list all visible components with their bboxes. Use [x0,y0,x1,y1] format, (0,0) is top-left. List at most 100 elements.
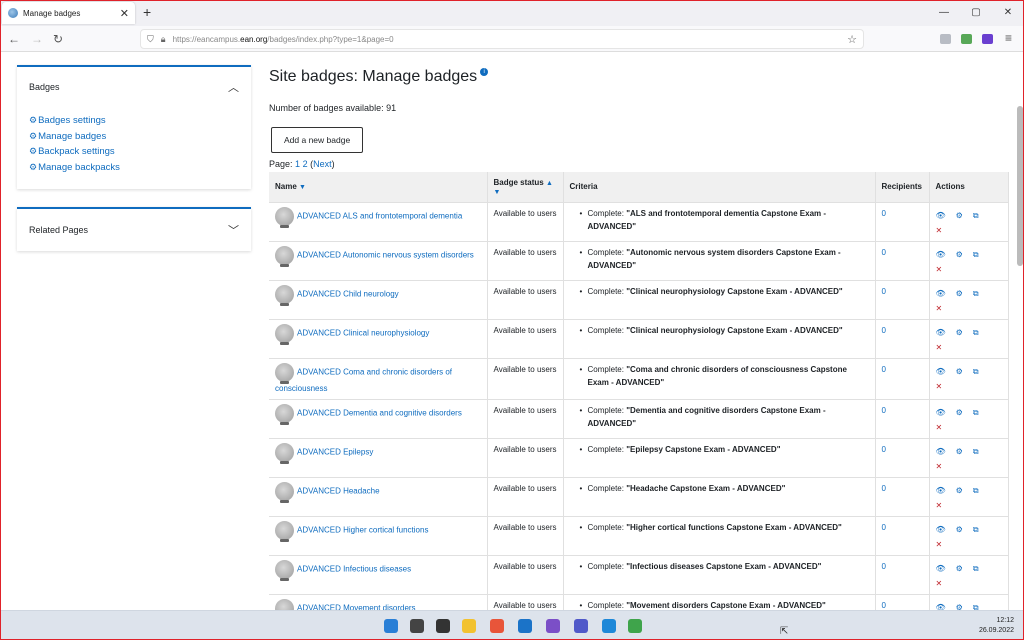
recipients-link[interactable]: 0 [882,406,886,415]
copy-icon[interactable]: ⧉ [973,408,979,417]
badge-name-link[interactable]: ADVANCED Headache [297,486,380,495]
app-icon[interactable] [518,619,532,633]
related-pages-header[interactable]: Related Pages ﹀ [17,209,251,251]
address-bar[interactable]: ⛉ 🔒︎ https://eancampus.ean.org/badges/in… [140,29,864,49]
recipients-link[interactable]: 0 [882,523,886,532]
next-page-link[interactable]: Next [313,159,332,169]
browser-tab[interactable]: Manage badges ✕ [2,2,135,24]
eye-icon[interactable]: 👁︎ [936,250,946,259]
delete-x-icon[interactable]: ✕ [936,341,1002,354]
gear-icon[interactable]: ⚙ [956,603,963,611]
header-name[interactable]: Name ▼ [269,172,488,202]
system-clock[interactable]: 12:12 26.09.2022 [979,616,1014,636]
gear-icon[interactable]: ⚙ [956,408,963,417]
badge-name-link[interactable]: ADVANCED Autonomic nervous system disord… [297,250,474,259]
url-text[interactable]: https://eancampus.ean.org/badges/index.p… [173,35,848,44]
recipients-link[interactable]: 0 [882,484,886,493]
badge-name-link[interactable]: ADVANCED Child neurology [297,289,399,298]
gear-icon[interactable]: ⚙ [956,250,963,259]
badge-name-link[interactable]: ADVANCED ALS and frontotemporal dementia [297,211,462,220]
delete-x-icon[interactable]: ✕ [936,421,1002,434]
gear-icon[interactable]: ⚙ [956,564,963,573]
back-arrow-icon[interactable]: ← [8,32,20,46]
copy-icon[interactable]: ⧉ [973,564,979,573]
recipients-link[interactable]: 0 [882,365,886,374]
badge-name-link[interactable]: ADVANCED Higher cortical functions [297,525,428,534]
delete-x-icon[interactable]: ✕ [936,577,1002,590]
gear-icon[interactable]: ⚙ [956,525,963,534]
copy-icon[interactable]: ⧉ [973,289,979,298]
copy-icon[interactable]: ⧉ [973,486,979,495]
recipients-link[interactable]: 0 [882,562,886,571]
reload-icon[interactable]: ↻ [53,32,63,46]
delete-x-icon[interactable]: ✕ [936,263,1002,276]
copy-icon[interactable]: ⧉ [973,250,979,259]
sort-asc-icon[interactable]: ▲ [546,180,553,187]
eye-icon[interactable]: 👁︎ [936,211,946,220]
sidebar-link-backpack-settings[interactable]: ⚙Backpack settings [29,144,239,160]
page-link-1[interactable]: 1 [295,159,300,169]
shield-icon[interactable]: ⛉ [147,34,154,45]
copy-icon[interactable]: ⧉ [973,525,979,534]
delete-x-icon[interactable]: ✕ [936,499,1002,512]
recipients-link[interactable]: 0 [882,287,886,296]
copy-icon[interactable]: ⧉ [973,367,979,376]
copy-icon[interactable]: ⧉ [973,603,979,611]
delete-x-icon[interactable]: ✕ [936,302,1002,315]
gear-icon[interactable]: ⚙ [956,447,963,456]
start-windows-icon[interactable] [384,619,398,633]
gear-icon[interactable]: ⚙ [956,328,963,337]
chevron-down-icon[interactable]: ﹀ [228,222,239,238]
badge-name-link[interactable]: ADVANCED Movement disorders [297,603,416,610]
badge-name-link[interactable]: ADVANCED Infectious diseases [297,564,411,573]
badges-block-header[interactable]: Badges ︿ [17,67,251,107]
sort-desc-icon[interactable]: ▼ [494,189,501,196]
delete-x-icon[interactable]: ✕ [936,224,1002,237]
file-explorer-icon[interactable] [462,619,476,633]
delete-x-icon[interactable]: ✕ [936,460,1002,473]
eye-icon[interactable]: 👁︎ [936,289,946,298]
gear-icon[interactable]: ⚙ [956,289,963,298]
minimize-button[interactable]: — [928,0,960,26]
recipients-link[interactable]: 0 [882,601,886,610]
eye-icon[interactable]: 👁︎ [936,603,946,611]
sort-desc-icon[interactable]: ▼ [299,184,306,191]
app-icon[interactable] [546,619,560,633]
delete-x-icon[interactable]: ✕ [936,380,1002,393]
eye-icon[interactable]: 👁︎ [936,486,946,495]
gear-icon[interactable]: ⚙ [956,367,963,376]
page-scrollbar[interactable] [1017,106,1023,266]
badge-name-link[interactable]: ADVANCED Clinical neurophysiology [297,328,429,337]
forward-arrow-icon[interactable]: → [31,32,43,46]
tab-close-icon[interactable]: ✕ [120,7,129,20]
eye-icon[interactable]: 👁︎ [936,367,946,376]
extension-icon[interactable] [961,34,972,44]
search-icon[interactable] [410,619,424,633]
recipients-link[interactable]: 0 [882,445,886,454]
info-icon[interactable]: i [480,68,489,76]
sidebar-link-badges-settings[interactable]: ⚙Badges settings [29,113,239,129]
eye-icon[interactable]: 👁︎ [936,408,946,417]
copy-icon[interactable]: ⧉ [973,447,979,456]
extension-icon[interactable] [982,34,993,44]
gear-icon[interactable]: ⚙ [956,486,963,495]
sidebar-link-manage-badges[interactable]: ⚙Manage badges [29,129,239,145]
app-icon[interactable] [628,619,642,633]
lock-icon[interactable]: 🔒︎ [161,34,166,45]
delete-x-icon[interactable]: ✕ [936,538,1002,551]
eye-icon[interactable]: 👁︎ [936,447,946,456]
close-window-button[interactable]: ✕ [992,0,1024,26]
bookmark-star-icon[interactable]: ☆ [847,33,857,46]
page-link-2[interactable]: 2 [303,159,308,169]
sidebar-link-manage-backpacks[interactable]: ⚙Manage backpacks [29,160,239,176]
badge-name-link[interactable]: ADVANCED Epilepsy [297,447,373,456]
chevron-up-icon[interactable]: ︿ [228,79,239,95]
new-tab-button[interactable]: + [143,4,151,20]
menu-hamburger-icon[interactable]: ≡ [1005,31,1012,45]
gear-icon[interactable]: ⚙ [956,211,963,220]
eye-icon[interactable]: 👁︎ [936,525,946,534]
outlook-icon[interactable] [602,619,616,633]
extension-icon[interactable] [940,34,951,44]
eye-icon[interactable]: 👁︎ [936,564,946,573]
copy-icon[interactable]: ⧉ [973,328,979,337]
